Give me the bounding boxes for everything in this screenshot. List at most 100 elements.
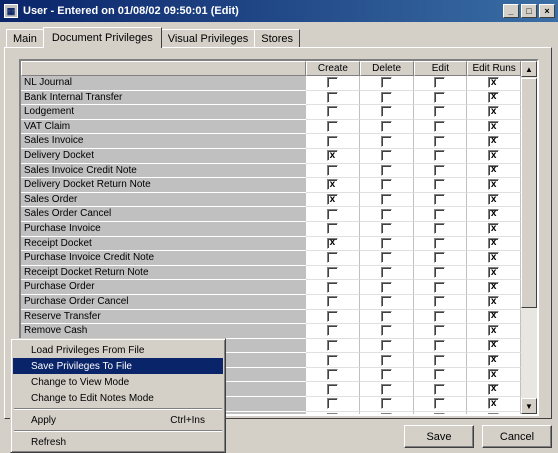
edit-runs-checkbox[interactable]: x — [488, 354, 500, 366]
edit-checkbox[interactable] — [434, 150, 446, 162]
delete-checkbox[interactable] — [380, 339, 392, 351]
edit-checkbox[interactable] — [434, 135, 446, 147]
edit-runs-checkbox[interactable]: x — [488, 267, 500, 279]
edit-runs-checkbox[interactable]: x — [488, 135, 500, 147]
edit-checkbox[interactable] — [434, 106, 446, 118]
cancel-button[interactable]: Cancel — [482, 425, 552, 448]
column-header-create[interactable]: Create — [306, 61, 360, 76]
delete-checkbox[interactable] — [380, 296, 392, 308]
edit-checkbox[interactable] — [434, 369, 446, 381]
close-button[interactable]: × — [539, 4, 555, 18]
edit-runs-checkbox[interactable]: x — [488, 325, 500, 337]
edit-checkbox[interactable] — [434, 179, 446, 191]
delete-checkbox[interactable] — [380, 310, 392, 322]
edit-checkbox[interactable] — [434, 310, 446, 322]
delete-checkbox[interactable] — [380, 77, 392, 89]
delete-checkbox[interactable] — [380, 194, 392, 206]
edit-runs-checkbox[interactable]: x — [488, 106, 500, 118]
create-checkbox[interactable] — [326, 164, 338, 176]
create-checkbox[interactable]: x — [326, 194, 338, 206]
create-checkbox[interactable] — [326, 310, 338, 322]
edit-checkbox[interactable] — [434, 121, 446, 133]
edit-runs-checkbox[interactable]: x — [488, 164, 500, 176]
create-checkbox[interactable] — [326, 252, 338, 264]
edit-checkbox[interactable] — [434, 296, 446, 308]
edit-checkbox[interactable] — [434, 208, 446, 220]
delete-checkbox[interactable] — [380, 398, 392, 410]
delete-checkbox[interactable] — [380, 135, 392, 147]
window-app-icon[interactable]: ▦ — [4, 4, 18, 18]
edit-runs-checkbox[interactable]: x — [488, 252, 500, 264]
edit-runs-checkbox[interactable]: x — [488, 179, 500, 191]
column-header-delete[interactable]: Delete — [359, 61, 414, 76]
minimize-button[interactable]: _ — [503, 4, 519, 18]
scroll-up-arrow-icon[interactable]: ▲ — [521, 61, 537, 77]
create-checkbox[interactable]: x — [326, 237, 338, 249]
delete-checkbox[interactable] — [380, 354, 392, 366]
edit-runs-checkbox[interactable]: x — [488, 194, 500, 206]
edit-runs-checkbox[interactable]: x — [488, 296, 500, 308]
edit-checkbox[interactable] — [434, 223, 446, 235]
create-checkbox[interactable] — [326, 91, 338, 103]
create-checkbox[interactable] — [326, 296, 338, 308]
delete-checkbox[interactable] — [380, 164, 392, 176]
menu-item-5[interactable]: Apply Ctrl+Ins — [13, 412, 223, 428]
scroll-down-arrow-icon[interactable]: ▼ — [521, 398, 537, 414]
delete-checkbox[interactable] — [380, 208, 392, 220]
create-checkbox[interactable] — [326, 223, 338, 235]
edit-runs-checkbox[interactable]: x — [488, 77, 500, 89]
delete-checkbox[interactable] — [380, 252, 392, 264]
edit-runs-checkbox[interactable]: x — [488, 281, 500, 293]
create-checkbox[interactable] — [326, 208, 338, 220]
edit-runs-checkbox[interactable]: x — [488, 398, 500, 410]
edit-checkbox[interactable] — [434, 237, 446, 249]
edit-checkbox[interactable] — [434, 339, 446, 351]
scroll-thumb[interactable] — [521, 78, 537, 308]
delete-checkbox[interactable] — [380, 383, 392, 395]
column-header-edit[interactable]: Edit — [413, 61, 468, 76]
delete-checkbox[interactable] — [380, 369, 392, 381]
delete-checkbox[interactable] — [380, 223, 392, 235]
menu-item-2[interactable]: Change to View Mode — [13, 374, 223, 390]
tab-visual-privileges[interactable]: Visual Privileges — [160, 29, 256, 48]
edit-runs-checkbox[interactable]: x — [488, 91, 500, 103]
edit-checkbox[interactable] — [434, 383, 446, 395]
create-checkbox[interactable]: x — [326, 150, 338, 162]
edit-checkbox[interactable] — [434, 354, 446, 366]
edit-checkbox[interactable] — [434, 194, 446, 206]
menu-item-7[interactable]: Refresh — [13, 434, 223, 450]
edit-runs-checkbox[interactable]: x — [488, 383, 500, 395]
tab-document-privileges[interactable]: Document Privileges — [42, 27, 162, 48]
edit-checkbox[interactable] — [434, 77, 446, 89]
menu-item-0[interactable]: Load Privileges From File — [13, 342, 223, 358]
edit-checkbox[interactable] — [434, 398, 446, 410]
edit-runs-checkbox[interactable]: x — [488, 369, 500, 381]
create-checkbox[interactable] — [326, 339, 338, 351]
create-checkbox[interactable] — [326, 267, 338, 279]
save-button[interactable]: Save — [404, 425, 474, 448]
edit-runs-checkbox[interactable]: x — [488, 237, 500, 249]
edit-runs-checkbox[interactable]: x — [488, 208, 500, 220]
create-checkbox[interactable] — [326, 121, 338, 133]
edit-runs-checkbox[interactable]: x — [488, 310, 500, 322]
create-checkbox[interactable] — [326, 325, 338, 337]
create-checkbox[interactable] — [326, 369, 338, 381]
create-checkbox[interactable] — [326, 106, 338, 118]
edit-checkbox[interactable] — [434, 281, 446, 293]
delete-checkbox[interactable] — [380, 325, 392, 337]
edit-checkbox[interactable] — [434, 252, 446, 264]
create-checkbox[interactable] — [326, 383, 338, 395]
create-checkbox[interactable] — [326, 281, 338, 293]
maximize-button[interactable]: □ — [521, 4, 537, 18]
edit-checkbox[interactable] — [434, 91, 446, 103]
delete-checkbox[interactable] — [380, 412, 392, 414]
edit-runs-checkbox[interactable]: x — [488, 223, 500, 235]
tab-stores[interactable]: Stores — [254, 29, 301, 48]
create-checkbox[interactable] — [326, 354, 338, 366]
delete-checkbox[interactable] — [380, 121, 392, 133]
create-checkbox[interactable] — [326, 135, 338, 147]
delete-checkbox[interactable] — [380, 91, 392, 103]
menu-item-3[interactable]: Change to Edit Notes Mode — [13, 390, 223, 406]
create-checkbox[interactable]: x — [326, 412, 338, 414]
delete-checkbox[interactable] — [380, 179, 392, 191]
